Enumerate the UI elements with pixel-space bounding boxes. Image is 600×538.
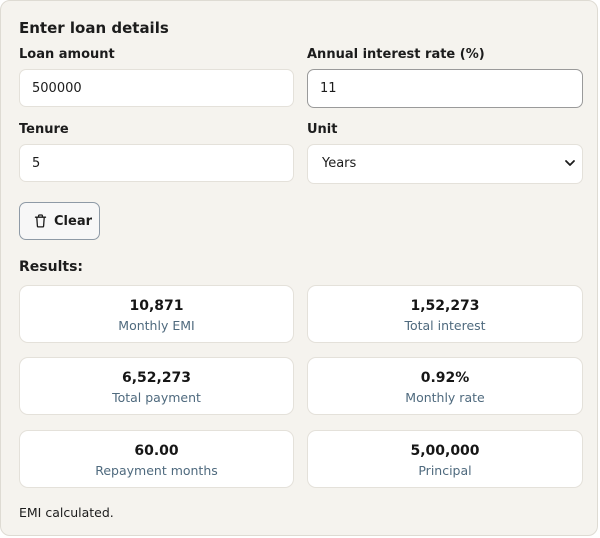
result-value: 10,871	[129, 298, 184, 314]
result-caption: Monthly rate	[405, 390, 485, 405]
unit-select[interactable]: Years	[307, 144, 583, 184]
result-caption: Total payment	[112, 390, 201, 405]
tenure-input[interactable]	[19, 144, 294, 182]
chevron-down-icon	[565, 160, 575, 166]
result-caption: Principal	[418, 463, 472, 478]
result-value: 6,52,273	[121, 370, 192, 386]
interest-rate-input[interactable]	[307, 69, 583, 108]
result-card-principal: 5,00,000 Principal	[307, 430, 583, 488]
result-card-total-payment: 6,52,273 Total payment	[19, 357, 294, 415]
clear-button[interactable]: Clear	[19, 202, 100, 240]
loan-details-panel: Enter loan details Loan amount Annual in…	[0, 0, 598, 536]
result-caption: Total interest	[404, 318, 486, 333]
result-caption: Repayment months	[95, 463, 218, 478]
result-value: 60.00	[134, 443, 179, 459]
status-message: EMI calculated.	[19, 505, 114, 520]
tenure-label: Tenure	[19, 122, 69, 137]
trash-icon	[34, 214, 47, 228]
result-card-monthly-rate: 0.92% Monthly rate	[307, 357, 583, 415]
results-heading: Results:	[19, 259, 83, 275]
result-caption: Monthly EMI	[118, 318, 195, 333]
interest-rate-label: Annual interest rate (%)	[307, 47, 485, 62]
result-card-monthly-emi: 10,871 Monthly EMI	[19, 285, 294, 343]
result-value: 5,00,000	[410, 443, 480, 459]
result-value: 1,52,273	[410, 298, 480, 314]
result-card-repayment-months: 60.00 Repayment months	[19, 430, 294, 488]
result-card-total-interest: 1,52,273 Total interest	[307, 285, 583, 343]
unit-label: Unit	[307, 122, 338, 137]
loan-amount-label: Loan amount	[19, 47, 115, 62]
result-value: 0.92%	[420, 370, 470, 386]
section-heading: Enter loan details	[19, 19, 169, 37]
loan-amount-input[interactable]	[19, 69, 294, 107]
clear-button-label: Clear	[54, 213, 92, 229]
unit-select-value: Years	[322, 156, 357, 171]
